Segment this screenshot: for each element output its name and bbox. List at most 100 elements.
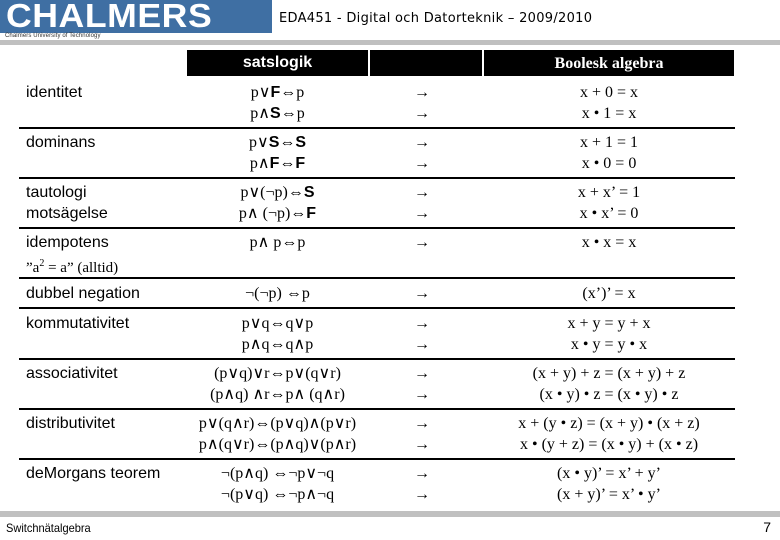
law-name: distributivitet <box>26 413 115 434</box>
arrow-cell: → → <box>414 313 444 355</box>
boolean-expression: (x + y) + z = (x + y) + z <box>532 365 686 382</box>
right-arrow-icon: → <box>414 386 430 403</box>
arrow-cell: → → <box>414 363 444 405</box>
column-header-boolesk-algebra: Boolesk algebra <box>484 50 734 76</box>
logo-subtitle: Chalmers University of Technology <box>5 33 101 39</box>
logic-expression: p∨(¬p)⇔S <box>240 184 315 201</box>
row-separator <box>19 358 735 360</box>
law-name-text: dubbel negation <box>26 285 140 302</box>
arrow-cell: → → <box>414 82 444 124</box>
boolean-algebra-cell: (x + y) + z = (x + y) + z (x • y) • z = (… <box>484 363 734 405</box>
arrow-cell: → → <box>414 132 444 174</box>
column-header-blank <box>370 50 482 76</box>
boolean-expression: x • x = x <box>581 234 637 251</box>
boolean-algebra-cell: x • x = x <box>484 232 734 253</box>
right-arrow-icon: → <box>414 465 430 482</box>
row-separator <box>19 408 735 410</box>
boolean-expression: (x’)’ = x <box>582 285 636 302</box>
right-arrow-icon: → <box>414 205 430 222</box>
law-name-text: associativitet <box>26 365 118 382</box>
right-arrow-icon: → <box>414 486 430 503</box>
row-separator <box>19 277 735 279</box>
arrow-cell: → → <box>414 463 444 505</box>
boolean-expression: (x • y)’ = x’ + y’ <box>557 465 661 482</box>
boolean-algebra-cell: x + 1 = 1 x • 0 = 0 <box>484 132 734 174</box>
top-divider-bar <box>0 40 780 45</box>
law-name: tautologi motsägelse <box>26 182 108 224</box>
logic-expression: p∧F⇔F <box>249 155 306 172</box>
boolean-expression: x • x’ = 0 <box>579 205 639 222</box>
logo-text: CHALMERS <box>6 0 213 34</box>
column-header-satslogik: satslogik <box>187 50 368 76</box>
right-arrow-icon: → <box>414 184 430 201</box>
law-name-text: tautologi <box>26 184 87 201</box>
footer-topic: Switchnätalgebra <box>6 521 91 535</box>
boolean-expression: (x + y)’ = x’ • y’ <box>557 486 661 503</box>
right-arrow-icon: → <box>414 84 430 101</box>
boolean-expression: x • (y + z) = (x • y) + (x • z) <box>519 436 699 453</box>
right-arrow-icon: → <box>414 285 430 302</box>
right-arrow-icon: → <box>414 365 430 382</box>
law-name-text: dominans <box>26 134 96 151</box>
right-arrow-icon: → <box>414 234 430 251</box>
row-separator <box>19 307 735 309</box>
right-arrow-icon: → <box>414 415 430 432</box>
arrow-cell: → <box>414 283 444 304</box>
logic-expression: p∧S⇔p <box>250 105 305 122</box>
propositional-logic-cell: p∨S⇔S p∧F⇔F <box>187 132 368 174</box>
law-name: dominans <box>26 132 95 153</box>
boolean-algebra-cell: x + y = y + x x • y = y • x <box>484 313 734 355</box>
law-name: dubbel negation <box>26 283 140 304</box>
row-separator <box>19 458 735 460</box>
logic-expression: (p∨q)∨r⇔p∨(q∨r) <box>214 365 341 382</box>
law-name: idempotens ”a2 = a” (alltid) <box>26 232 118 279</box>
logic-expression: p∧(q∨r)⇔(p∧q)∨(p∧r) <box>198 436 357 453</box>
right-arrow-icon: → <box>414 336 430 353</box>
logic-expression: p∧q⇔q∧p <box>241 336 314 353</box>
bottom-divider-bar <box>0 511 780 517</box>
row-separator <box>19 227 735 229</box>
law-name-text-2: motsägelse <box>26 205 108 222</box>
logic-expression: ¬(¬p) ⇔p <box>245 285 310 302</box>
boolean-algebra-cell: x + 0 = x x • 1 = x <box>484 82 734 124</box>
row-separator <box>19 177 735 179</box>
boolean-expression: x • y = y • x <box>570 336 648 353</box>
boolean-expression: x • 1 = x <box>581 105 637 122</box>
boolean-algebra-cell: (x’)’ = x <box>484 283 734 304</box>
boolean-algebra-cell: x + (y • z) = (x + y) • (x + z) x • (y + … <box>484 413 734 455</box>
propositional-logic-cell: p∨(q∧r)⇔(p∨q)∧(p∨r) p∧(q∨r)⇔(p∧q)∨(p∧r) <box>187 413 368 455</box>
boolean-expression: x + x’ = 1 <box>577 184 641 201</box>
propositional-logic-cell: (p∨q)∨r⇔p∨(q∨r) (p∧q) ∧r⇔p∧ (q∧r) <box>187 363 368 405</box>
right-arrow-icon: → <box>414 105 430 122</box>
right-arrow-icon: → <box>414 315 430 332</box>
propositional-logic-cell: p∧ p⇔p <box>187 232 368 253</box>
propositional-logic-cell: p∨q⇔q∨p p∧q⇔q∧p <box>187 313 368 355</box>
arrow-cell: → <box>414 232 444 253</box>
boolean-algebra-cell: x + x’ = 1 x • x’ = 0 <box>484 182 734 224</box>
logic-expression: p∨S⇔S <box>248 134 307 151</box>
law-name: kommutativitet <box>26 313 129 334</box>
propositional-logic-cell: ¬(p∧q) ⇔¬p∨¬q ¬(p∨q) ⇔¬p∧¬q <box>187 463 368 505</box>
right-arrow-icon: → <box>414 155 430 172</box>
boolean-expression: x + 0 = x <box>579 84 639 101</box>
logic-expression: p∧ p⇔p <box>249 234 306 251</box>
law-name-text: idempotens <box>26 234 109 251</box>
row-separator <box>19 127 735 129</box>
course-title: EDA451 - Digital och Datorteknik – 2009/… <box>279 11 593 26</box>
logic-expression: ¬(p∧q) ⇔¬p∨¬q <box>220 465 335 482</box>
law-name: deMorgans teorem <box>26 463 160 484</box>
arrow-cell: → → <box>414 413 444 455</box>
boolean-expression: (x • y) • z = (x • y) • z <box>539 386 679 403</box>
law-name: identitet <box>26 82 82 103</box>
logic-expression: p∨q⇔q∨p <box>241 315 314 332</box>
page-number: 7 <box>763 519 771 535</box>
law-name-text: kommutativitet <box>26 315 130 332</box>
boolean-expression: x + (y • z) = (x + y) • (x + z) <box>518 415 700 432</box>
arrow-cell: → → <box>414 182 444 224</box>
logic-expression: p∨(q∧r)⇔(p∨q)∧(p∨r) <box>198 415 357 432</box>
right-arrow-icon: → <box>414 134 430 151</box>
law-note: ”a2 = a” (alltid) <box>26 258 119 276</box>
boolean-expression: x + 1 = 1 <box>579 134 639 151</box>
right-arrow-icon: → <box>414 436 430 453</box>
law-name: associativitet <box>26 363 118 384</box>
